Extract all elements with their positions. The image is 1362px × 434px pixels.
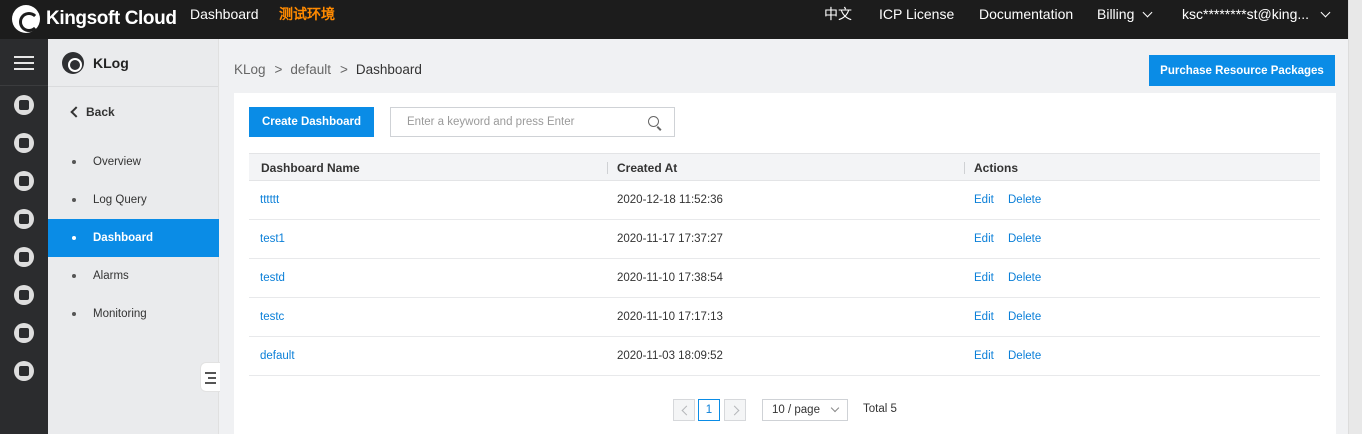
breadcrumb-default[interactable]: default	[290, 62, 331, 77]
column-header-actions: Actions	[974, 161, 1019, 175]
group-icon[interactable]	[14, 247, 34, 267]
column-divider	[964, 162, 965, 174]
klog-icon	[62, 51, 84, 74]
breadcrumb-separator: >	[339, 62, 348, 77]
edit-button[interactable]: Edit	[974, 272, 994, 284]
breadcrumb-klog[interactable]: KLog	[234, 62, 266, 77]
menu-icon[interactable]	[14, 56, 34, 70]
documentation-link[interactable]: Documentation	[979, 0, 1073, 29]
sidebar-title: KLog	[93, 54, 129, 71]
monitor-wave-icon[interactable]	[14, 285, 34, 305]
sidebar-collapse-toggle[interactable]	[200, 362, 220, 392]
account-label: ksc********st@king...	[1182, 6, 1310, 22]
sidebar-item-alarms[interactable]: Alarms	[48, 257, 219, 295]
edit-button[interactable]: Edit	[974, 194, 994, 206]
cloud-server-icon[interactable]	[14, 133, 34, 153]
breadcrumb: KLog > default > Dashboard	[234, 62, 422, 77]
back-label: Back	[86, 105, 115, 119]
column-divider	[607, 162, 608, 174]
billing-label: Billing	[1097, 6, 1135, 22]
billing-menu[interactable]: Billing	[1097, 0, 1153, 29]
table-row: testd 2020-11-10 17:38:54 Edit Delete	[249, 259, 1320, 298]
total-count: Total 5	[863, 403, 897, 415]
breadcrumb-current: Dashboard	[355, 62, 422, 77]
sidebar-item-overview[interactable]: Overview	[48, 143, 219, 181]
sidebar-item-monitoring[interactable]: Monitoring	[48, 295, 219, 333]
list-card-icon[interactable]	[14, 361, 34, 381]
database-icon[interactable]	[14, 95, 34, 115]
created-at: 2020-11-10 17:38:54	[617, 272, 723, 284]
dashboard-name-link[interactable]: tttttt	[260, 194, 279, 206]
prev-page-button[interactable]	[673, 399, 695, 421]
chevron-down-icon	[1320, 7, 1331, 18]
edit-button[interactable]: Edit	[974, 233, 994, 245]
search-box	[390, 107, 675, 137]
edit-button[interactable]: Edit	[974, 350, 994, 362]
nav-dashboard-link[interactable]: Dashboard	[190, 0, 259, 29]
sidebar-item-log-query[interactable]: Log Query	[48, 181, 219, 219]
language-switch[interactable]: 中文	[824, 0, 852, 29]
network-icon[interactable]	[14, 171, 34, 191]
delete-button[interactable]: Delete	[1008, 272, 1041, 284]
upload-cloud-icon[interactable]	[14, 323, 34, 343]
environment-tag: 测试环境	[279, 6, 335, 22]
next-page-button[interactable]	[724, 399, 746, 421]
column-header-name: Dashboard Name	[261, 161, 360, 175]
search-icon[interactable]	[648, 116, 659, 127]
delete-button[interactable]: Delete	[1008, 350, 1041, 362]
dashboard-name-link[interactable]: testc	[260, 311, 284, 323]
created-at: 2020-11-17 17:37:27	[617, 233, 723, 245]
created-at: 2020-12-18 11:52:36	[617, 194, 723, 206]
chevron-down-icon	[830, 403, 840, 413]
dashboard-name-link[interactable]: testd	[260, 272, 285, 284]
edit-button[interactable]: Edit	[974, 311, 994, 323]
page-number-current[interactable]: 1	[698, 399, 720, 421]
dashboard-name-link[interactable]: test1	[260, 233, 285, 245]
table-row: test1 2020-11-17 17:37:27 Edit Delete	[249, 220, 1320, 259]
dashboard-name-link[interactable]: default	[260, 350, 295, 362]
breadcrumb-separator: >	[274, 62, 283, 77]
create-dashboard-button[interactable]: Create Dashboard	[249, 107, 374, 137]
account-menu[interactable]: ksc********st@king...	[1182, 0, 1331, 29]
delete-button[interactable]: Delete	[1008, 311, 1041, 323]
table-row: default 2020-11-03 18:09:52 Edit Delete	[249, 337, 1320, 376]
product-icon-rail	[0, 39, 48, 434]
dashboard-table: Dashboard Name Created At Actions tttttt…	[249, 153, 1320, 376]
chevron-down-icon	[1142, 7, 1153, 18]
page-size-value: 10 / page	[772, 404, 820, 416]
purchase-resource-packages-button[interactable]: Purchase Resource Packages	[1149, 55, 1335, 86]
page-scrollbar[interactable]	[1348, 0, 1362, 434]
top-navigation-bar: Kingsoft Cloud Dashboard 测试环境 中文 ICP Lic…	[0, 0, 1362, 39]
table-header: Dashboard Name Created At Actions	[249, 153, 1320, 181]
table-row: tttttt 2020-12-18 11:52:36 Edit Delete	[249, 181, 1320, 220]
table-row: testc 2020-11-10 17:17:13 Edit Delete	[249, 298, 1320, 337]
sidebar-item-dashboard[interactable]: Dashboard	[48, 219, 219, 257]
back-button[interactable]: Back	[70, 105, 115, 119]
created-at: 2020-11-03 18:09:52	[617, 350, 723, 362]
klog-sidebar: KLog Back Overview Log Query Dashboard A…	[48, 39, 220, 434]
delete-button[interactable]: Delete	[1008, 233, 1041, 245]
page-size-select[interactable]: 10 / page	[762, 399, 848, 421]
search-input[interactable]	[391, 108, 641, 136]
chevron-left-icon	[70, 106, 82, 118]
storage-icon[interactable]	[14, 209, 34, 229]
rail-divider	[0, 85, 48, 86]
icp-license-link[interactable]: ICP License	[879, 0, 954, 29]
column-header-created: Created At	[617, 161, 678, 175]
created-at: 2020-11-10 17:17:13	[617, 311, 723, 323]
delete-button[interactable]: Delete	[1008, 194, 1041, 206]
sidebar-header: KLog	[48, 39, 218, 87]
